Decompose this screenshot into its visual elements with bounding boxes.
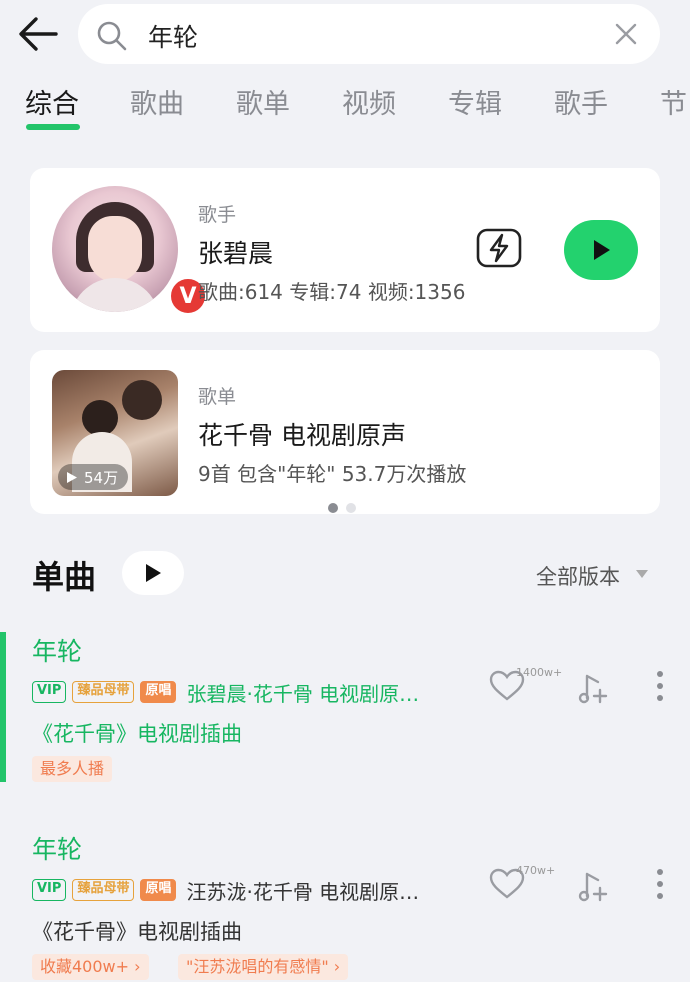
clear-icon[interactable] <box>614 22 638 46</box>
playlist-cover: 54万 <box>52 370 178 496</box>
song-artist-album: 汪苏泷·花千骨 电视剧原… <box>186 879 420 904</box>
artist-stats: 歌曲:614 专辑:74 视频:1356 <box>198 280 466 304</box>
like-count: 470w+ <box>516 864 556 877</box>
master-tag: 臻品母带 <box>72 681 135 703</box>
song-artist-album: 张碧晨·花千骨 电视剧原… <box>186 681 420 706</box>
search-input[interactable]: 年轮 <box>148 18 198 54</box>
playlist-info: 9首 包含"年轮" 53.7万次播放 <box>198 462 467 486</box>
singles-heading: 单曲 <box>32 558 97 596</box>
original-tag: 原唱 <box>140 681 177 703</box>
play-small-icon <box>67 471 77 483</box>
search-bar[interactable]: 年轮 <box>78 4 660 64</box>
song-meta: VIP 臻品母带 原唱 张碧晨·花千骨 电视剧原… <box>32 677 419 707</box>
carousel-dot <box>346 503 356 513</box>
tab-playlists[interactable]: 歌单 <box>236 82 290 121</box>
song-row[interactable]: 年轮 VIP 臻品母带 原唱 汪苏泷·花千骨 电视剧原… 《花千骨》电视剧插曲 … <box>0 830 690 982</box>
tab-artists[interactable]: 歌手 <box>554 82 608 121</box>
song-chip-comment[interactable]: "汪苏泷唱的有感情" › <box>178 954 349 980</box>
active-tab-indicator <box>26 124 80 130</box>
master-tag: 臻品母带 <box>72 879 135 901</box>
back-arrow-icon <box>19 17 58 51</box>
play-count-pill: 54万 <box>58 464 129 490</box>
version-filter[interactable]: 全部版本 <box>536 561 620 591</box>
artist-play-button[interactable] <box>564 220 638 280</box>
play-icon <box>594 240 610 260</box>
tab-comprehensive[interactable]: 综合 <box>25 82 79 121</box>
artist-type-label: 歌手 <box>198 204 237 226</box>
more-icon[interactable] <box>656 868 664 900</box>
tab-songs[interactable]: 歌曲 <box>130 82 184 121</box>
vip-tag: VIP <box>32 879 67 901</box>
tab-videos[interactable]: 视频 <box>342 82 396 121</box>
search-icon <box>97 21 127 51</box>
original-tag: 原唱 <box>140 879 177 901</box>
add-to-playlist-icon[interactable] <box>578 872 608 902</box>
song-meta: VIP 臻品母带 原唱 汪苏泷·花千骨 电视剧原… <box>32 875 419 905</box>
song-chip[interactable]: 最多人播 <box>32 756 113 782</box>
play-icon <box>146 564 161 582</box>
category-tabs: 综合 歌曲 歌单 视频 专辑 歌手 节 <box>0 82 690 138</box>
carousel-indicator <box>328 498 364 517</box>
song-chip-favorites[interactable]: 收藏400w+ › <box>32 954 149 980</box>
top-bar: 年轮 <box>0 0 690 70</box>
song-description: 《花千骨》电视剧插曲 <box>32 920 242 944</box>
tab-albums[interactable]: 专辑 <box>448 82 502 121</box>
artist-avatar <box>52 186 178 312</box>
carousel-dot-active <box>328 503 338 513</box>
artist-card[interactable]: V 歌手 张碧晨 歌曲:614 专辑:74 视频:1356 <box>30 168 660 332</box>
tab-programs[interactable]: 节 <box>660 82 687 121</box>
song-title: 年轮 <box>32 835 83 864</box>
caret-down-icon <box>636 570 648 578</box>
playlist-card[interactable]: 54万 歌单 花千骨 电视剧原声 9首 包含"年轮" 53.7万次播放 <box>30 350 660 514</box>
like-count: 1400w+ <box>516 666 563 679</box>
playlist-type-label: 歌单 <box>198 386 237 408</box>
back-button[interactable] <box>14 12 62 56</box>
playlist-title: 花千骨 电视剧原声 <box>198 421 406 450</box>
vip-tag: VIP <box>32 681 67 703</box>
more-icon[interactable] <box>656 670 664 702</box>
artist-name: 张碧晨 <box>198 239 274 268</box>
bolt-icon[interactable] <box>476 228 522 268</box>
song-row[interactable]: 年轮 VIP 臻品母带 原唱 张碧晨·花千骨 电视剧原… 《花千骨》电视剧插曲 … <box>0 632 690 792</box>
add-to-playlist-icon[interactable] <box>578 674 608 704</box>
play-all-button[interactable] <box>122 551 184 595</box>
play-count: 54万 <box>84 468 119 487</box>
song-title: 年轮 <box>32 637 83 666</box>
song-description: 《花千骨》电视剧插曲 <box>32 722 242 746</box>
